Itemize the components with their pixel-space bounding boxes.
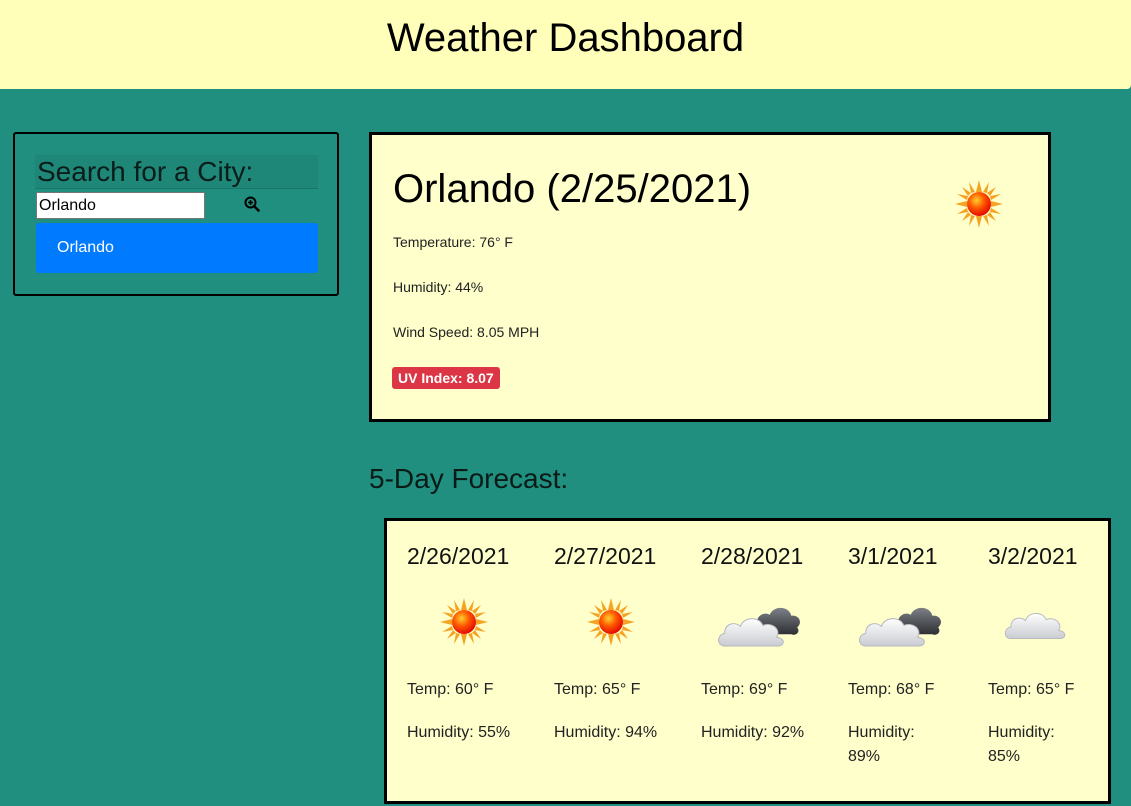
forecast-temp: Temp: 65° F bbox=[988, 681, 1075, 698]
forecast-heading: 5-Day Forecast: bbox=[369, 463, 569, 494]
cloudy-icon bbox=[715, 597, 803, 651]
page-title: Weather Dashboard bbox=[386, 16, 745, 60]
forecast-humidity: Humidity: 92% bbox=[701, 724, 805, 741]
forecast-date: 2/28/2021 bbox=[701, 543, 804, 569]
app-header: Weather Dashboard bbox=[0, 0, 1131, 89]
forecast-temp: Temp: 68° F bbox=[848, 681, 935, 698]
search-button[interactable] bbox=[241, 194, 263, 216]
forecast-day: 3/2/2021 Temp: 65° F Humidity: 85% bbox=[988, 521, 1098, 801]
forecast-day: 2/28/2021 Temp: 69° F Humidity: 92% bbox=[701, 521, 831, 801]
sun-icon bbox=[439, 597, 489, 647]
search-panel: Search for a City: Orlando bbox=[13, 132, 339, 296]
current-humidity: Humidity: 44% bbox=[393, 279, 484, 295]
search-plus-icon bbox=[244, 196, 260, 212]
current-temperature: Temperature: 76° F bbox=[393, 234, 513, 250]
search-title: Search for a City: bbox=[35, 155, 318, 189]
forecast-day: 2/26/2021 Temp: 60° F Humidity: 55% bbox=[407, 521, 537, 801]
current-city-title: Orlando (2/25/2021) bbox=[393, 167, 752, 211]
forecast-humidity: Humidity: 89% bbox=[848, 724, 915, 765]
forecast-humidity: Humidity: 85% bbox=[988, 724, 1055, 765]
forecast-date: 3/1/2021 bbox=[848, 543, 938, 569]
forecast-humidity: Humidity: 94% bbox=[554, 724, 658, 741]
sun-icon bbox=[954, 179, 1004, 229]
uv-index-badge: UV Index: 8.07 bbox=[392, 367, 500, 389]
forecast-humidity: Humidity: 55% bbox=[407, 724, 511, 741]
city-search-input[interactable] bbox=[36, 192, 205, 219]
forecast-date: 2/27/2021 bbox=[554, 543, 657, 569]
forecast-date: 3/2/2021 bbox=[988, 543, 1078, 569]
cloud-icon bbox=[1002, 599, 1074, 644]
current-wind-speed: Wind Speed: 8.05 MPH bbox=[393, 324, 540, 340]
cloudy-icon bbox=[856, 597, 944, 651]
forecast-day: 3/1/2021 Temp: 68° F Humidity: 89% bbox=[848, 521, 958, 801]
sun-icon bbox=[586, 597, 636, 647]
forecast-date: 2/26/2021 bbox=[407, 543, 510, 569]
history-item-orlando[interactable]: Orlando bbox=[36, 223, 318, 273]
forecast-panel: 2/26/2021 Temp: 60° F Humidity: 55% 2/27… bbox=[384, 518, 1111, 804]
forecast-temp: Temp: 65° F bbox=[554, 681, 641, 698]
current-weather-card: Orlando (2/25/2021) Temperature: 76° F H… bbox=[369, 132, 1051, 422]
forecast-day: 2/27/2021 Temp: 65° F Humidity: 94% bbox=[554, 521, 684, 801]
forecast-temp: Temp: 60° F bbox=[407, 681, 494, 698]
forecast-temp: Temp: 69° F bbox=[701, 681, 788, 698]
